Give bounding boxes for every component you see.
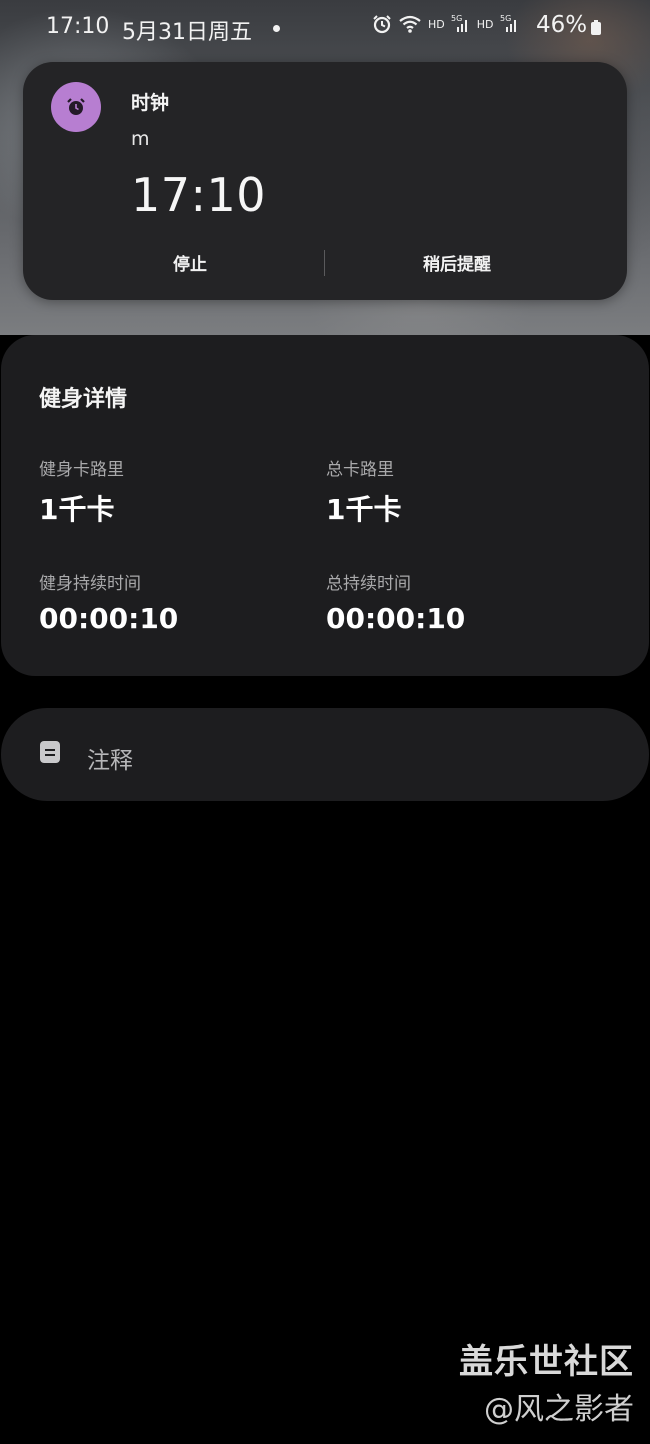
stat-total-calories: 总卡路里 1千卡 bbox=[326, 455, 401, 528]
stat-label: 总持续时间 bbox=[326, 574, 411, 594]
notification-actions: 停止 稍后提醒 bbox=[23, 242, 627, 286]
alarm-icon bbox=[372, 14, 392, 34]
notification-dot-icon bbox=[273, 25, 280, 32]
stop-button[interactable]: 停止 bbox=[173, 250, 207, 275]
watermark-author: @风之影者 bbox=[484, 1392, 634, 1427]
status-date: 5月31日周五 bbox=[122, 20, 252, 45]
notes-label: 注释 bbox=[87, 748, 133, 774]
alarm-clock-icon bbox=[51, 82, 101, 132]
stat-total-duration: 总持续时间 00:00:10 bbox=[326, 569, 465, 635]
alarm-notification[interactable]: 时钟 m 17:10 停止 稍后提醒 bbox=[23, 62, 627, 300]
alarm-time: 17:10 bbox=[131, 168, 267, 222]
svg-text:5G: 5G bbox=[500, 14, 511, 23]
stat-value: 00:00:10 bbox=[326, 602, 466, 635]
stat-label: 健身卡路里 bbox=[39, 460, 124, 480]
note-icon bbox=[40, 741, 60, 763]
notification-subtitle: m bbox=[131, 128, 150, 150]
stat-value: 1千卡 bbox=[326, 493, 402, 526]
status-bar: 17:10 5月31日周五 HD 5G HD 5G 46% bbox=[0, 0, 650, 58]
stat-label: 健身持续时间 bbox=[39, 574, 141, 594]
svg-text:5G: 5G bbox=[451, 14, 462, 23]
action-divider bbox=[324, 250, 325, 276]
stat-value: 00:00:10 bbox=[39, 602, 179, 635]
stat-workout-calories: 健身卡路里 1千卡 bbox=[39, 455, 124, 528]
network-label-hd-2: HD bbox=[476, 17, 494, 31]
signal-icon-2: 5G bbox=[500, 14, 520, 34]
watermark-title: 盖乐世社区 bbox=[459, 1342, 634, 1382]
battery-icon bbox=[591, 20, 601, 35]
stat-label: 总卡路里 bbox=[326, 460, 394, 480]
network-label-hd: HD bbox=[428, 17, 445, 31]
wifi-icon bbox=[398, 14, 422, 34]
notes-button[interactable]: 注释 bbox=[1, 708, 649, 801]
snooze-button[interactable]: 稍后提醒 bbox=[423, 250, 491, 275]
notification-app-name: 时钟 bbox=[131, 92, 170, 114]
battery-percentage: 46% bbox=[536, 12, 588, 38]
status-time: 17:10 bbox=[46, 14, 110, 39]
workout-details-title: 健身详情 bbox=[39, 387, 128, 412]
signal-icon: 5G bbox=[451, 14, 471, 34]
stat-workout-duration: 健身持续时间 00:00:10 bbox=[39, 569, 178, 635]
status-icons: HD 5G HD 5G bbox=[372, 14, 520, 34]
stat-value: 1千卡 bbox=[39, 493, 115, 526]
workout-details-card: 健身详情 健身卡路里 1千卡 总卡路里 1千卡 健身持续时间 00:00:10 … bbox=[1, 335, 649, 676]
